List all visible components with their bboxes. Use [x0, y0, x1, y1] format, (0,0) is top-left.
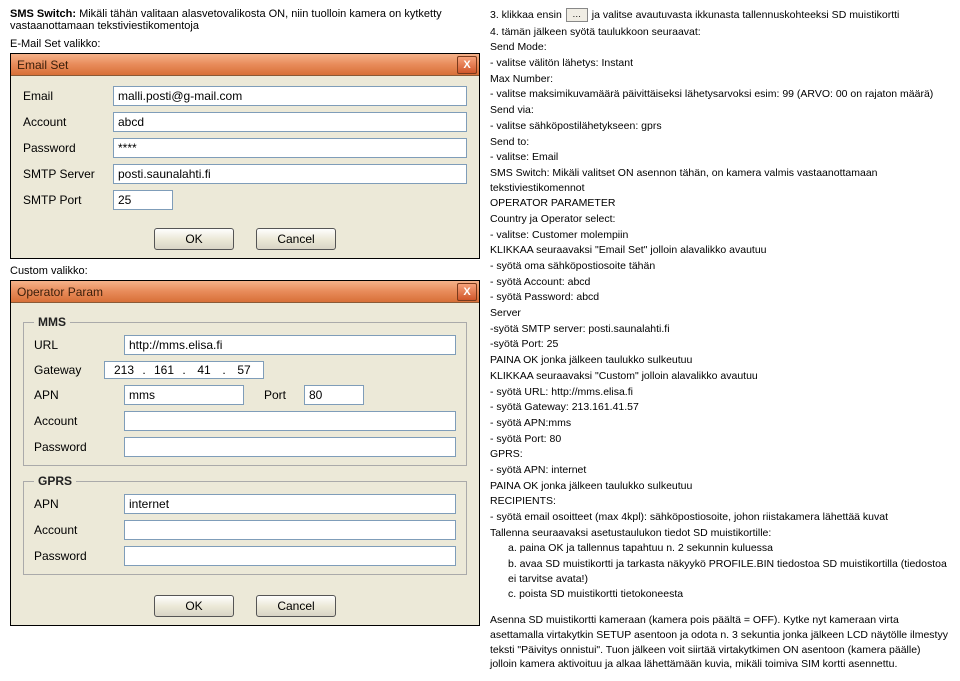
instruction-line: - syötä Gateway: 213.161.41.57 [490, 400, 950, 415]
instruction-line: PAINA OK jonka jälkeen taulukko sulkeutu… [490, 479, 950, 494]
cancel-button[interactable]: Cancel [256, 595, 336, 617]
instruction-line: GPRS: [490, 447, 950, 462]
sub-step-c: c. poista SD muistikortti tietokoneesta [508, 587, 950, 602]
instruction-line: Send Mode: [490, 40, 950, 55]
step-3b: ja valitse avautuvasta ikkunasta tallenn… [592, 8, 900, 23]
step-3a: 3. klikkaa ensin [490, 8, 562, 23]
instruction-line: KLIKKAA seuraavaksi "Custom" jolloin ala… [490, 369, 950, 384]
cancel-button[interactable]: Cancel [256, 228, 336, 250]
instruction-line: - valitse sähköpostilähetykseen: gprs [490, 119, 950, 134]
ok-button[interactable]: OK [154, 228, 234, 250]
close-icon[interactable]: X [457, 283, 477, 301]
instruction-line: - valitse: Customer molempiin [490, 228, 950, 243]
gw-octet-1[interactable]: 213 [109, 363, 139, 377]
account-label: Account [23, 115, 113, 129]
instruction-line: - valitse välitön lähetys: Instant [490, 56, 950, 71]
custom-heading: Custom valikko: [10, 265, 480, 277]
mms-password-label: Password [34, 440, 124, 454]
instruction-line: KLIKKAA seuraavaksi "Email Set" jolloin … [490, 243, 950, 258]
email-label: Email [23, 89, 113, 103]
email-set-dialog: Email Set X Email Account Password SMTP … [10, 53, 480, 259]
mms-account-field[interactable] [124, 411, 456, 431]
instruction-line: - syötä oma sähköpostiosoite tähän [490, 259, 950, 274]
gateway-label: Gateway [34, 363, 104, 377]
email-set-heading: E-Mail Set valikko: [10, 38, 480, 50]
instruction-line: - syötä Port: 80 [490, 432, 950, 447]
gprs-group: GPRS APN Account Password [23, 474, 467, 575]
gprs-password-label: Password [34, 549, 124, 563]
mms-account-label: Account [34, 414, 124, 428]
gprs-account-label: Account [34, 523, 124, 537]
ok-button[interactable]: OK [154, 595, 234, 617]
instruction-line: PAINA OK jonka jälkeen taulukko sulkeutu… [490, 353, 950, 368]
port-field[interactable] [304, 385, 364, 405]
instruction-line: - syötä URL: http://mms.elisa.fi [490, 385, 950, 400]
account-field[interactable] [113, 112, 467, 132]
operator-param-dialog: Operator Param X MMS URL Gateway 213. 16… [10, 280, 480, 626]
instruction-line: Send to: [490, 135, 950, 150]
instruction-line: - valitse maksimikuvamäärä päivittäiseks… [490, 87, 950, 102]
password-field[interactable] [113, 138, 467, 158]
operator-titlebar: Operator Param X [11, 281, 479, 303]
apn-field[interactable] [124, 385, 244, 405]
instruction-line: OPERATOR PARAMETER [490, 196, 950, 211]
sms-switch-label: SMS Switch: [10, 8, 76, 20]
instruction-line: Server [490, 306, 950, 321]
instruction-line: - syötä APN: internet [490, 463, 950, 478]
instruction-line: - syötä APN:mms [490, 416, 950, 431]
port-label: Port [264, 388, 304, 402]
instruction-line: Max Number: [490, 72, 950, 87]
instruction-line: Country ja Operator select: [490, 212, 950, 227]
smtp-port-label: SMTP Port [23, 193, 113, 207]
mms-password-field[interactable] [124, 437, 456, 457]
operator-title: Operator Param [17, 285, 103, 299]
gprs-apn-label: APN [34, 497, 124, 511]
gprs-account-field[interactable] [124, 520, 456, 540]
gateway-field[interactable]: 213. 161. 41. 57 [104, 361, 264, 379]
instruction-line: 4. tämän jälkeen syötä taulukkoon seuraa… [490, 25, 950, 40]
gw-octet-3[interactable]: 41 [189, 363, 219, 377]
instruction-line: RECIPIENTS: [490, 494, 950, 509]
url-label: URL [34, 338, 124, 352]
mms-legend: MMS [34, 315, 70, 329]
email-title: Email Set [17, 58, 68, 72]
instruction-line: - syötä Account: abcd [490, 275, 950, 290]
email-titlebar: Email Set X [11, 54, 479, 76]
gprs-legend: GPRS [34, 474, 76, 488]
instruction-line: -syötä Port: 25 [490, 337, 950, 352]
ellipsis-icon: … [566, 8, 588, 22]
url-field[interactable] [124, 335, 456, 355]
instruction-line: Tallenna seuraavaksi asetustaulukon tied… [490, 526, 950, 541]
sub-step-b: b. avaa SD muistikortti ja tarkasta näky… [508, 557, 950, 586]
gw-octet-2[interactable]: 161 [149, 363, 179, 377]
instruction-line: -syötä SMTP server: posti.saunalahti.fi [490, 322, 950, 337]
smtp-server-field[interactable] [113, 164, 467, 184]
password-label: Password [23, 141, 113, 155]
instruction-line: - syötä email osoitteet (max 4kpl): sähk… [490, 510, 950, 525]
sms-switch-intro: SMS Switch: Mikäli tähän valitaan alasve… [10, 8, 480, 32]
gw-octet-4[interactable]: 57 [229, 363, 259, 377]
gprs-apn-field[interactable] [124, 494, 456, 514]
instruction-line: SMS Switch: Mikäli valitset ON asennon t… [490, 166, 950, 195]
smtp-server-label: SMTP Server [23, 167, 113, 181]
gprs-password-field[interactable] [124, 546, 456, 566]
email-field[interactable] [113, 86, 467, 106]
instruction-line: Send via: [490, 103, 950, 118]
instructions-panel: 3. klikkaa ensin … ja valitse avautuvast… [490, 8, 950, 673]
instruction-line: - valitse: Email [490, 150, 950, 165]
sub-step-a: a. paina OK ja tallennus tapahtuu n. 2 s… [508, 541, 950, 556]
instruction-line: - syötä Password: abcd [490, 290, 950, 305]
final-paragraph: Asenna SD muistikortti kameraan (kamera … [490, 613, 950, 672]
close-icon[interactable]: X [457, 56, 477, 74]
mms-group: MMS URL Gateway 213. 161. 41. 57 [23, 315, 467, 466]
smtp-port-field[interactable] [113, 190, 173, 210]
apn-label: APN [34, 388, 124, 402]
